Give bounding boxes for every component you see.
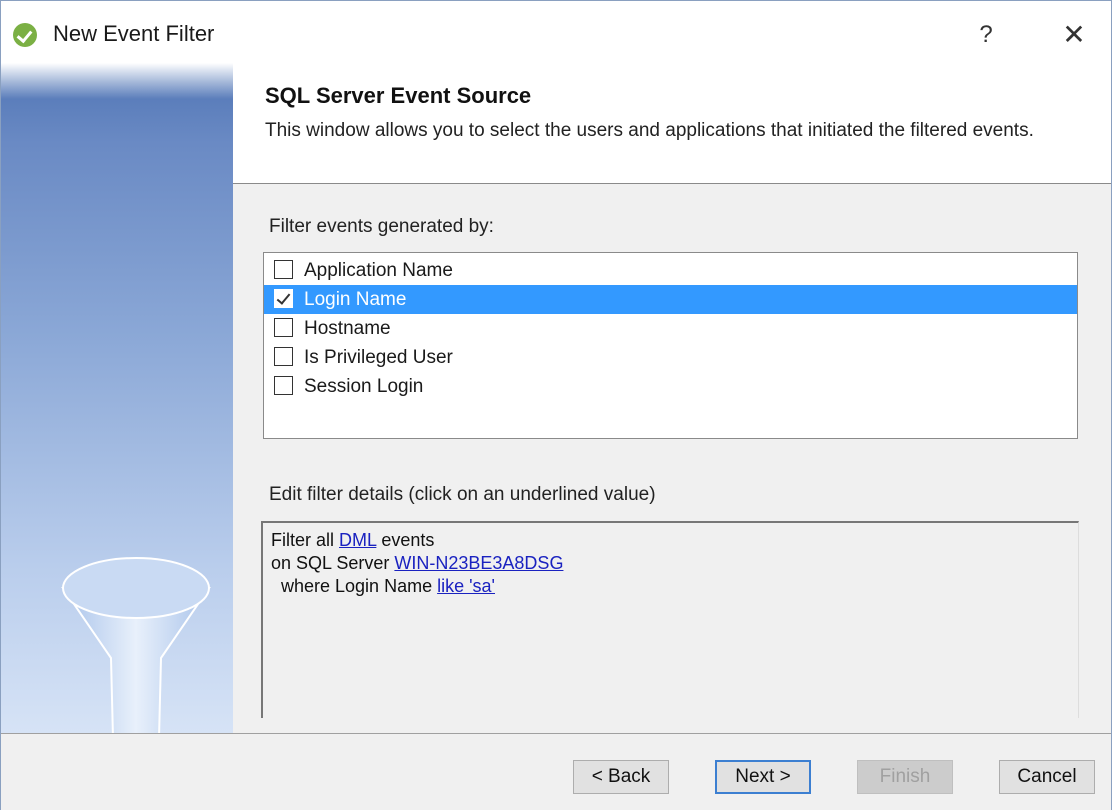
list-item-application-name[interactable]: Application Name bbox=[264, 256, 1077, 285]
list-item-label: Login Name bbox=[304, 289, 407, 310]
filter-checklist[interactable]: Application Name Login Name Hostname Is … bbox=[263, 252, 1078, 439]
checkbox[interactable] bbox=[274, 318, 293, 337]
close-button[interactable]: ✕ bbox=[1051, 15, 1097, 55]
details-text: events bbox=[376, 530, 435, 550]
title-bar: New Event Filter ? ✕ bbox=[1, 1, 1111, 63]
list-item-is-privileged-user[interactable]: Is Privileged User bbox=[264, 343, 1077, 372]
back-button[interactable]: < Back bbox=[573, 760, 669, 794]
cancel-button[interactable]: Cancel bbox=[999, 760, 1095, 794]
details-text: where Login Name bbox=[271, 576, 438, 596]
new-event-filter-dialog: New Event Filter ? ✕ SQL Server Event So… bbox=[0, 0, 1112, 810]
wizard-header: SQL Server Event Source This window allo… bbox=[233, 63, 1111, 184]
wizard-sidebar-banner bbox=[1, 63, 233, 738]
checkbox[interactable] bbox=[274, 260, 293, 279]
page-title: SQL Server Event Source bbox=[265, 83, 532, 108]
details-text: on SQL Server bbox=[271, 553, 395, 573]
funnel-icon bbox=[61, 557, 211, 738]
list-item-label: Application Name bbox=[304, 260, 453, 281]
sidebar-fade bbox=[1, 63, 233, 99]
details-line-1: Filter all DML events bbox=[271, 529, 434, 551]
details-line-3: where Login Name like 'sa' bbox=[271, 575, 495, 597]
details-text: Filter all bbox=[271, 530, 340, 550]
help-button[interactable]: ? bbox=[963, 15, 1009, 55]
checkbox[interactable] bbox=[274, 347, 293, 366]
sql-server-link[interactable]: WIN-N23BE3A8DSG bbox=[394, 553, 563, 573]
wizard-footer: < Back Next > Finish Cancel bbox=[1, 733, 1111, 810]
list-item-label: Hostname bbox=[304, 318, 391, 339]
list-item-hostname[interactable]: Hostname bbox=[264, 314, 1077, 343]
list-item-label: Is Privileged User bbox=[304, 347, 453, 368]
dml-link[interactable]: DML bbox=[339, 530, 376, 550]
window-title: New Event Filter bbox=[53, 21, 215, 46]
wizard-content: Filter events generated by: Application … bbox=[233, 184, 1111, 733]
finish-button[interactable]: Finish bbox=[857, 760, 953, 794]
login-name-condition-link[interactable]: like 'sa' bbox=[437, 576, 495, 596]
page-description: This window allows you to select the use… bbox=[265, 120, 1034, 141]
next-button[interactable]: Next > bbox=[715, 760, 811, 794]
list-item-label: Session Login bbox=[304, 376, 424, 397]
list-item-session-login[interactable]: Session Login bbox=[264, 372, 1077, 401]
filter-list-label: Filter events generated by: bbox=[269, 216, 494, 237]
filter-details-panel: Filter all DML events on SQL Server WIN-… bbox=[261, 521, 1079, 718]
list-item-login-name[interactable]: Login Name bbox=[264, 285, 1077, 314]
details-line-2: on SQL Server WIN-N23BE3A8DSG bbox=[271, 552, 563, 574]
app-check-icon bbox=[13, 23, 37, 47]
checkbox[interactable] bbox=[274, 376, 293, 395]
details-label: Edit filter details (click on an underli… bbox=[269, 484, 656, 505]
checkbox-checked[interactable] bbox=[274, 289, 293, 308]
